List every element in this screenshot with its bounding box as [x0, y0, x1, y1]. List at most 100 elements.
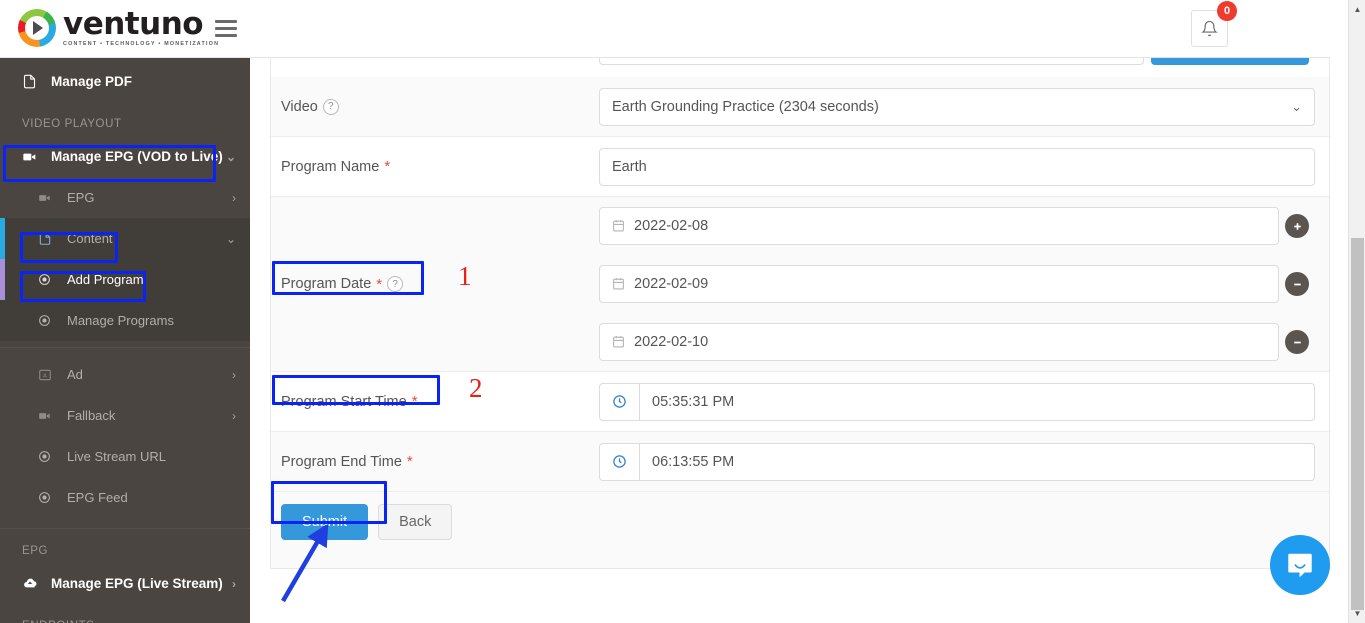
chevron-right-icon: ›	[232, 576, 236, 591]
chat-bubble-icon	[1288, 553, 1312, 578]
sidebar-item-label: EPG Feed	[67, 490, 128, 505]
sidebar-section-video-playout: VIDEO PLAYOUT	[22, 118, 122, 130]
form-row-program-end-time: Program End Time * 06:13:55 PM	[271, 432, 1329, 492]
date-action-cell	[1279, 214, 1315, 238]
program-date-row: 2022-02-09	[599, 255, 1315, 313]
clock-icon[interactable]	[599, 382, 639, 421]
add-date-button[interactable]	[1285, 214, 1309, 238]
sidebar-item-add-program[interactable]: Add Program	[0, 259, 250, 300]
program-start-time-control: 05:35:31 PM	[599, 382, 1329, 421]
sidebar-item-label: Manage PDF	[51, 73, 133, 89]
pdf-file-icon	[22, 74, 41, 89]
clock-icon[interactable]	[599, 442, 639, 481]
form-row-program-name: Program Name * Earth	[271, 137, 1329, 197]
hamburger-bar	[215, 27, 237, 30]
scroll-up-arrow-icon[interactable]: ▲	[1349, 1, 1365, 18]
header-right-spacer	[1330, 0, 1348, 58]
circle-dot-icon	[38, 273, 57, 286]
cloud-upload-icon	[22, 576, 41, 592]
chevron-right-icon: ›	[232, 367, 236, 382]
sidebar-item-fallback[interactable]: Fallback ›	[0, 395, 250, 436]
notification-count-badge: 0	[1217, 1, 1237, 21]
sidebar-item-manage-epg-live[interactable]: Manage EPG (Live Stream) ›	[0, 563, 250, 604]
program-end-time-input[interactable]: 06:13:55 PM	[639, 442, 1315, 481]
ventuno-logo-icon	[18, 9, 56, 48]
active-edge-indicator	[0, 259, 5, 300]
program-start-time-label-text: Program Start Time	[281, 393, 407, 410]
app-root: ventuno CONTENT • TECHNOLOGY • MONETIZAT…	[0, 0, 1365, 623]
program-date-value: 2022-02-10	[634, 334, 709, 350]
program-name-input[interactable]: Earth	[599, 147, 1315, 186]
remove-date-button[interactable]	[1285, 272, 1309, 296]
remove-date-button[interactable]	[1285, 330, 1309, 354]
bell-icon	[1201, 20, 1218, 37]
chat-widget-button[interactable]	[1270, 535, 1330, 595]
program-date-list: 2022-02-08 2022-02-09 2022-02-10	[599, 197, 1315, 371]
sidebar-item-content[interactable]: Content ⌄	[0, 218, 250, 259]
program-date-value: 2022-02-09	[634, 276, 709, 292]
brand-text: ventuno CONTENT • TECHNOLOGY • MONETIZAT…	[63, 9, 219, 47]
sidebar-item-live-stream-url[interactable]: Live Stream URL	[0, 436, 250, 477]
program-date-input[interactable]: 2022-02-08	[599, 207, 1279, 245]
form-row-video: Video ? Earth Grounding Practice (2304 s…	[271, 77, 1329, 137]
video-control: Earth Grounding Practice (2304 seconds) …	[599, 87, 1329, 126]
sidebar-item-ad[interactable]: A Ad ›	[0, 354, 250, 395]
sidebar-divider	[0, 347, 250, 348]
calendar-icon	[612, 335, 625, 350]
program-date-row: 2022-02-08	[599, 197, 1315, 255]
sidebar-item-manage-epg-vod[interactable]: Manage EPG (VOD to Live) ⌄	[0, 136, 250, 177]
program-start-time-input[interactable]: 05:35:31 PM	[639, 382, 1315, 421]
sidebar-section-endpoints: ENDPOINTS	[0, 604, 250, 623]
program-end-time-control: 06:13:55 PM	[599, 442, 1329, 481]
program-name-label-text: Program Name	[281, 158, 380, 175]
circle-dot-icon	[38, 491, 57, 504]
annotation-number-1: 1	[458, 261, 472, 291]
chevron-down-icon: ⌄	[225, 231, 236, 246]
brand-logo[interactable]: ventuno CONTENT • TECHNOLOGY • MONETIZAT…	[0, 9, 218, 48]
vertical-scrollbar[interactable]: ▲ ▼	[1348, 0, 1365, 623]
play-triangle-icon	[33, 21, 43, 36]
back-button[interactable]: Back	[378, 504, 453, 540]
sidebar-nav: Manage PDF VIDEO PLAYOUT Manage EPG (VOD…	[0, 58, 250, 623]
date-action-cell	[1279, 330, 1315, 354]
scroll-down-arrow-icon[interactable]: ▼	[1349, 605, 1365, 622]
sidebar-item-epg-feed[interactable]: EPG Feed	[0, 477, 250, 518]
chevron-down-icon: ⌄	[225, 149, 236, 164]
video-camera-icon	[38, 191, 57, 205]
program-date-label: Program Date * ?	[271, 276, 599, 292]
program-end-time-value: 06:13:55 PM	[652, 453, 735, 470]
hamburger-menu-icon[interactable]	[215, 20, 237, 37]
video-select[interactable]: Earth Grounding Practice (2304 seconds) …	[599, 87, 1315, 126]
sidebar-item-manage-pdf[interactable]: Manage PDF	[0, 58, 250, 104]
sidebar-section-epg: EPG	[22, 545, 49, 557]
program-date-input[interactable]: 2022-02-09	[599, 265, 1279, 303]
hamburger-bar	[215, 34, 237, 37]
submit-button[interactable]: Submit	[281, 504, 369, 540]
top-header: ventuno CONTENT • TECHNOLOGY • MONETIZAT…	[0, 0, 1348, 58]
notifications[interactable]: 0	[1191, 1, 1237, 47]
sidebar-item-epg[interactable]: EPG ›	[0, 177, 250, 218]
previous-field-input[interactable]	[599, 58, 1144, 65]
program-date-input[interactable]: 2022-02-10	[599, 323, 1279, 361]
scrollbar-thumb[interactable]	[1351, 238, 1364, 610]
chevron-down-icon: ⌄	[1291, 98, 1302, 114]
help-icon[interactable]: ?	[387, 276, 404, 292]
svg-text:A: A	[43, 373, 47, 379]
form-row-program-start-time: Program Start Time * 05:35:31 PM	[271, 372, 1329, 432]
program-start-time-group: 05:35:31 PM	[599, 382, 1315, 421]
chevron-right-icon: ›	[232, 190, 236, 205]
sidebar-item-manage-programs[interactable]: Manage Programs	[0, 300, 250, 341]
program-date-label-text: Program Date	[281, 276, 372, 292]
required-asterisk: *	[384, 158, 391, 175]
sidebar-item-label: Manage EPG (Live Stream)	[51, 576, 223, 591]
help-icon[interactable]: ?	[322, 98, 339, 115]
sidebar-item-label: Manage EPG (VOD to Live)	[51, 149, 223, 164]
date-action-cell	[1279, 272, 1315, 296]
video-label-text: Video	[281, 98, 318, 115]
sidebar-item-label: EPG	[67, 190, 95, 205]
sidebar-item-label: Fallback	[67, 408, 116, 423]
circle-dot-icon	[38, 314, 57, 327]
previous-row-action-button[interactable]	[1151, 58, 1309, 65]
sidebar-item-label: Add Program	[67, 272, 144, 287]
program-start-time-label: Program Start Time *	[271, 394, 599, 410]
